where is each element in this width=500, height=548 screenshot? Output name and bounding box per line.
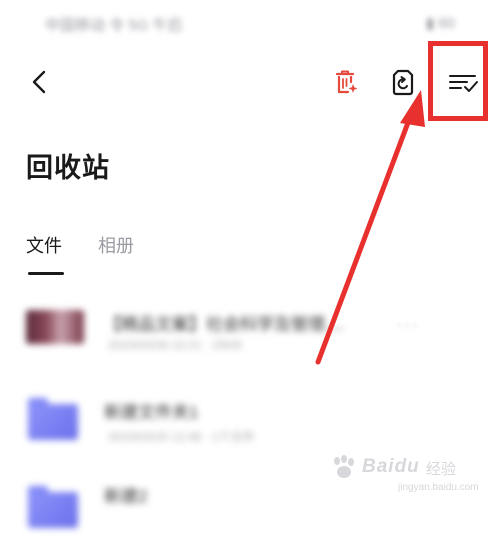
- status-bar: 中国移动 令 5G 午后 ▮ 60: [0, 0, 500, 50]
- file-name: 新建文件夹1: [104, 403, 199, 422]
- status-battery: ▮ 60: [425, 15, 455, 32]
- watermark: Baidu 经验 jingyan.baidu.com: [328, 448, 498, 498]
- file-thumbnail: [26, 310, 84, 344]
- more-icon[interactable]: ···: [396, 314, 419, 337]
- folder-icon: [28, 398, 78, 440]
- restore-button[interactable]: [386, 65, 420, 99]
- file-meta: 2023/03/28 15:21 · 25KB: [108, 338, 242, 352]
- active-tab-indicator: [28, 272, 64, 275]
- file-name: 【精品文案】社会科学及管理....: [104, 315, 344, 334]
- file-meta: 2023/03/20 12:46 · 1个文件: [108, 430, 255, 444]
- file-list-item[interactable]: 【精品文案】社会科学及管理.... 2023/03/28 15:21 · 25K…: [0, 288, 500, 368]
- file-list-item[interactable]: 新建文件夹1 2023/03/20 12:46 · 1个文件: [0, 378, 500, 458]
- highlight-box: [428, 41, 488, 121]
- restore-icon: [392, 69, 414, 96]
- trash-sparkle-icon: [335, 70, 358, 94]
- file-name: 新建2: [104, 487, 148, 506]
- page-title: 回收站: [26, 153, 110, 183]
- back-button[interactable]: [26, 67, 56, 97]
- status-carrier: 中国移动 令 5G 午后: [45, 17, 183, 34]
- tab-files[interactable]: 文件: [26, 232, 62, 258]
- watermark-sub: 经验: [426, 461, 457, 478]
- clean-button[interactable]: [328, 65, 362, 99]
- chevron-left-icon: [32, 70, 46, 94]
- watermark-text: Baidu: [362, 456, 420, 477]
- tab-album[interactable]: 相册: [98, 232, 134, 258]
- folder-icon: [28, 486, 78, 528]
- watermark-url: jingyan.baidu.com: [398, 482, 479, 493]
- navigation-bar: [0, 55, 500, 110]
- paw-logo-icon: [334, 455, 354, 478]
